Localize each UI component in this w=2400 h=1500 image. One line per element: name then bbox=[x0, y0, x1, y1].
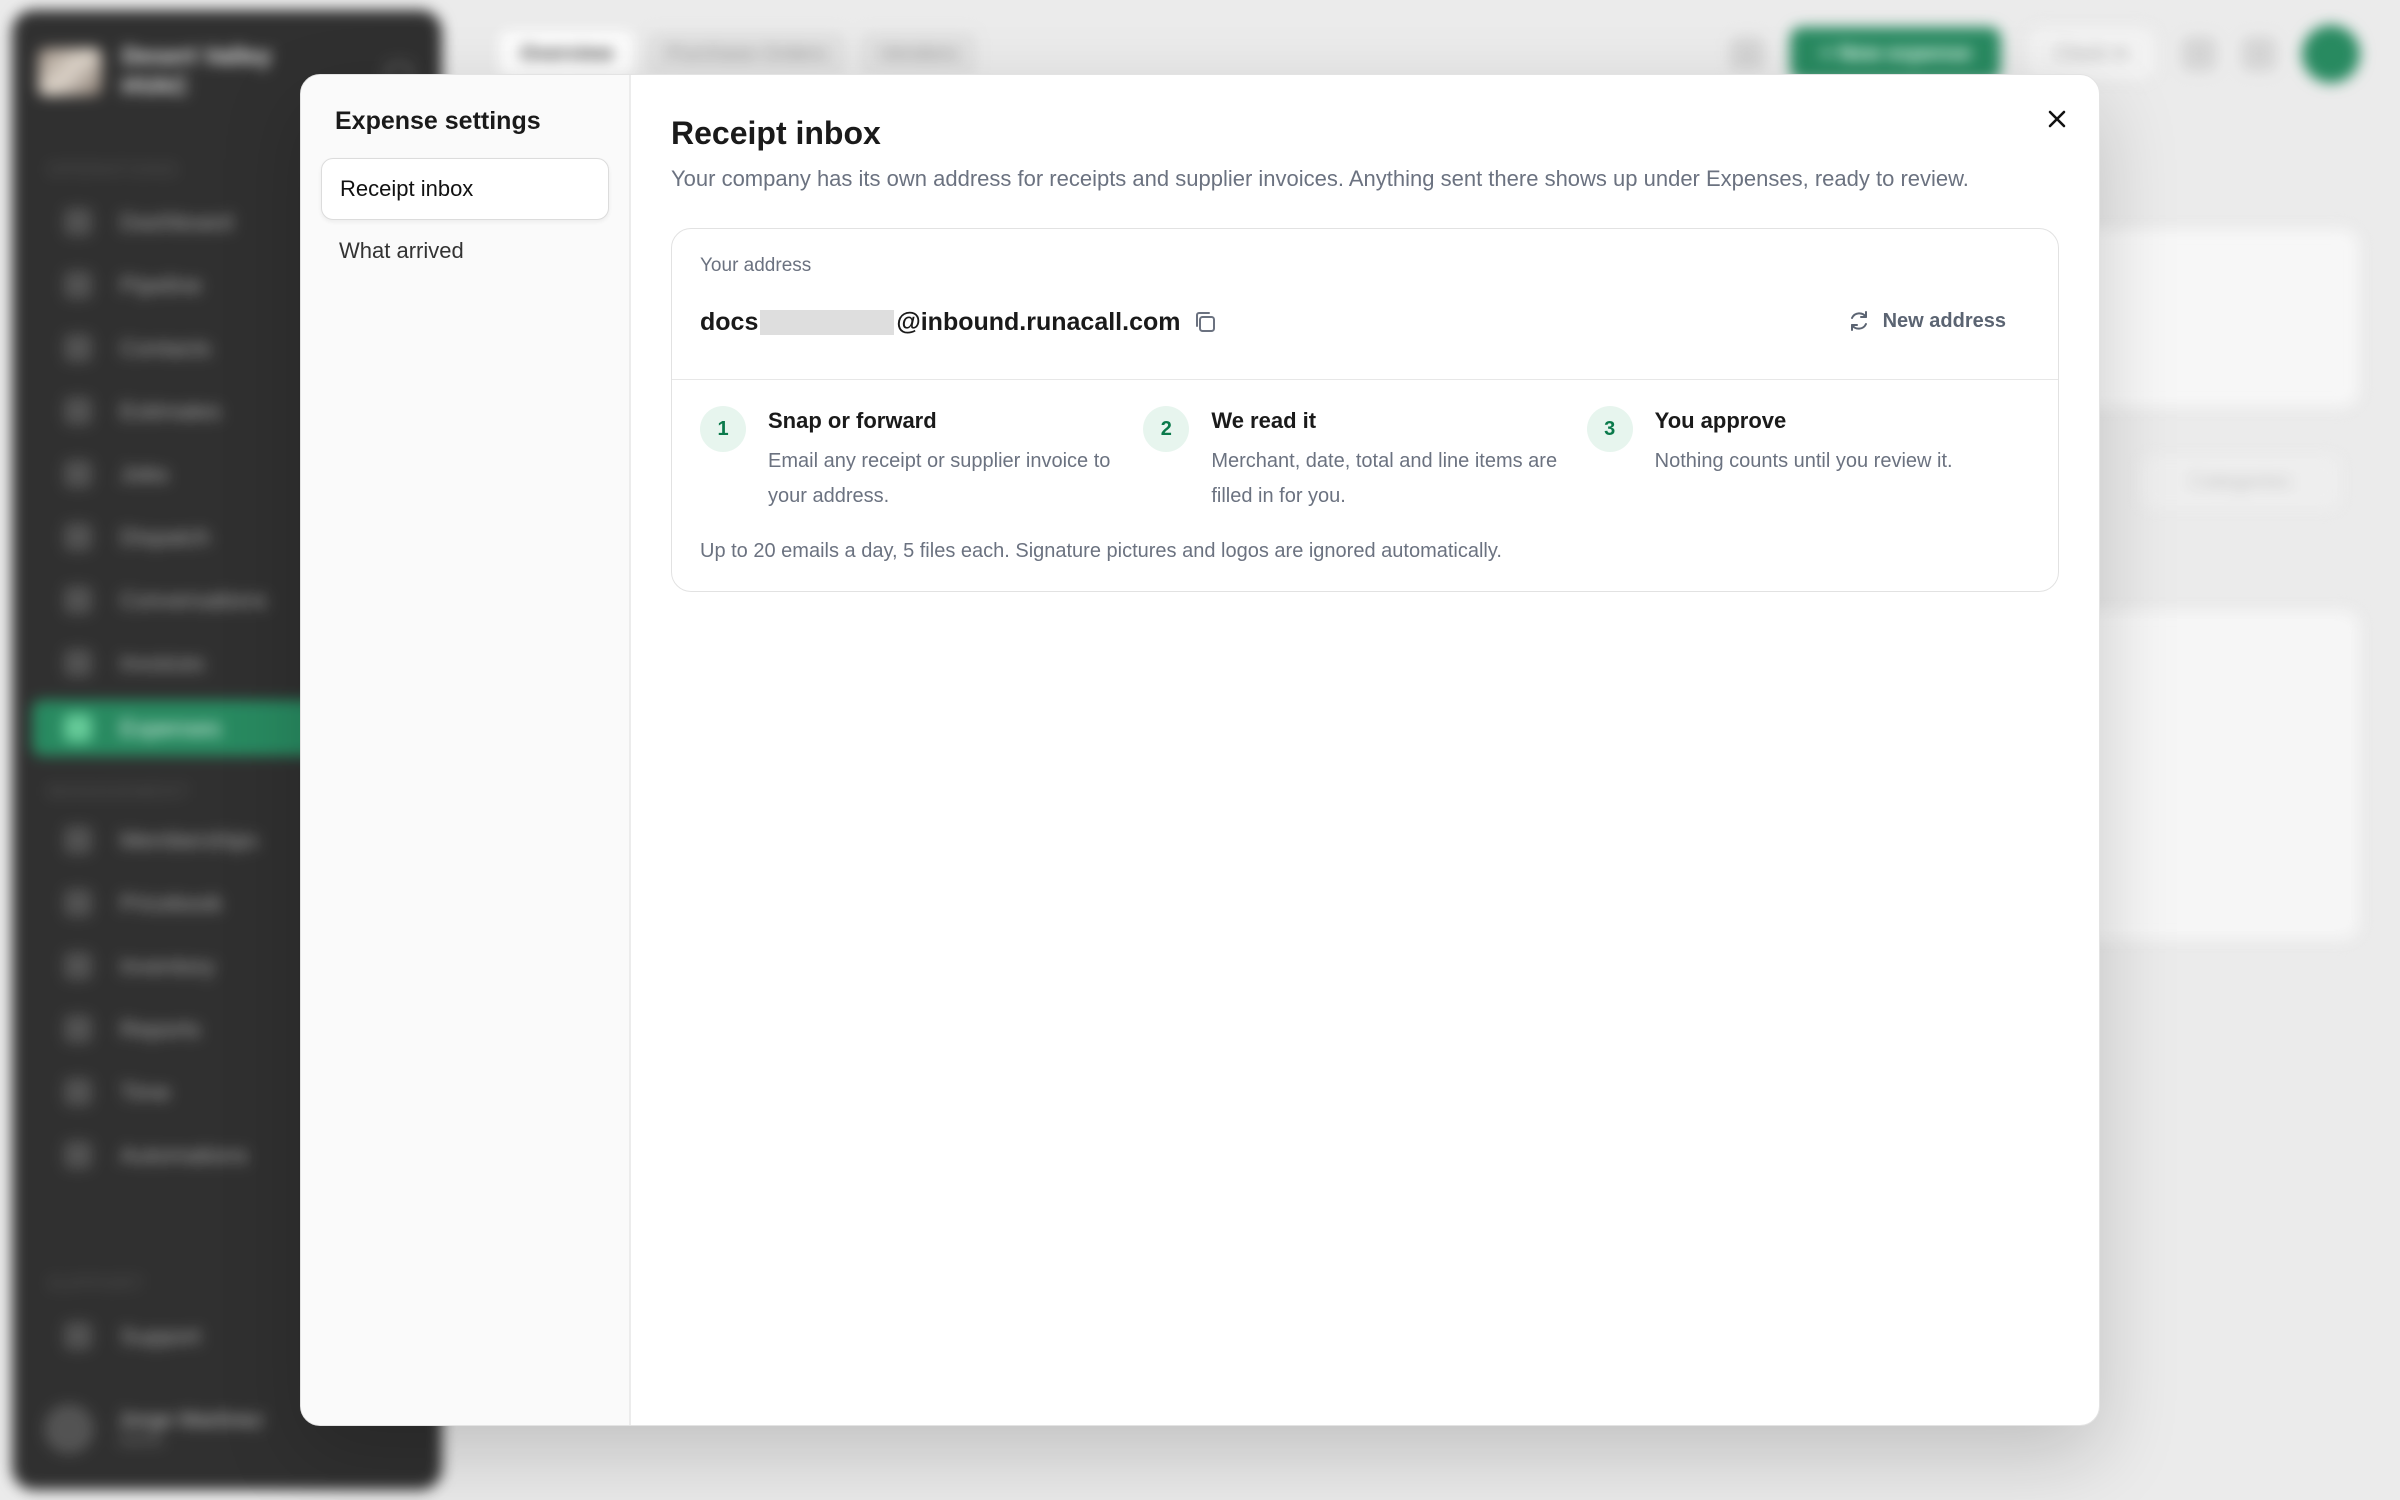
address-domain: @inbound.runacall.com bbox=[896, 307, 1181, 336]
step-number: 1 bbox=[700, 406, 746, 452]
address-card: Your address docs @inbound.runacall.com … bbox=[671, 228, 2059, 592]
dialog-title: Expense settings bbox=[335, 107, 541, 135]
step-number: 2 bbox=[1143, 406, 1190, 452]
step-item: 3 You approve Nothing counts until you r… bbox=[1586, 406, 2030, 514]
copy-icon bbox=[1196, 312, 1216, 332]
close-icon bbox=[2048, 110, 2066, 128]
settings-content: Receipt inbox Your company has its own a… bbox=[631, 75, 2099, 1425]
expense-settings-dialog: Expense settings Receipt inbox What arri… bbox=[300, 74, 2100, 1426]
nav-item-what-arrived[interactable]: What arrived bbox=[321, 220, 609, 282]
address-prefix: docs bbox=[700, 307, 759, 336]
address-label: Your address bbox=[700, 255, 812, 276]
step-item: 2 We read it Merchant, date, total and l… bbox=[1143, 406, 1586, 514]
redacted-address-part bbox=[760, 309, 895, 335]
limits-note: Up to 20 emails a day, 5 files each. Sig… bbox=[700, 540, 1502, 562]
close-button[interactable] bbox=[2037, 99, 2077, 139]
step-title: You approve bbox=[1654, 408, 1787, 433]
step-description: Email any receipt or supplier invoice to… bbox=[768, 450, 1111, 507]
settings-nav: Expense settings Receipt inbox What arri… bbox=[301, 75, 631, 1425]
step-title: We read it bbox=[1211, 408, 1317, 433]
new-address-label: New address bbox=[1882, 309, 2006, 332]
step-item: 1 Snap or forward Email any receipt or s… bbox=[700, 406, 1143, 514]
step-number: 3 bbox=[1586, 406, 1633, 452]
step-description: Nothing counts until you review it. bbox=[1654, 450, 1953, 472]
refresh-icon bbox=[1850, 311, 1867, 331]
how-it-works-steps: 1 Snap or forward Email any receipt or s… bbox=[700, 406, 2030, 514]
step-title: Snap or forward bbox=[768, 408, 937, 433]
new-address-button[interactable]: New address bbox=[1847, 309, 2006, 333]
page-title: Receipt inbox bbox=[671, 115, 881, 151]
inbox-address: docs @inbound.runacall.com bbox=[700, 307, 2030, 337]
step-description: Merchant, date, total and line items are… bbox=[1211, 450, 1558, 507]
nav-item-receipt-inbox[interactable]: Receipt inbox bbox=[321, 158, 609, 220]
copy-address-button[interactable] bbox=[1190, 307, 1220, 337]
page-description: Your company has its own address for rec… bbox=[671, 166, 1969, 191]
